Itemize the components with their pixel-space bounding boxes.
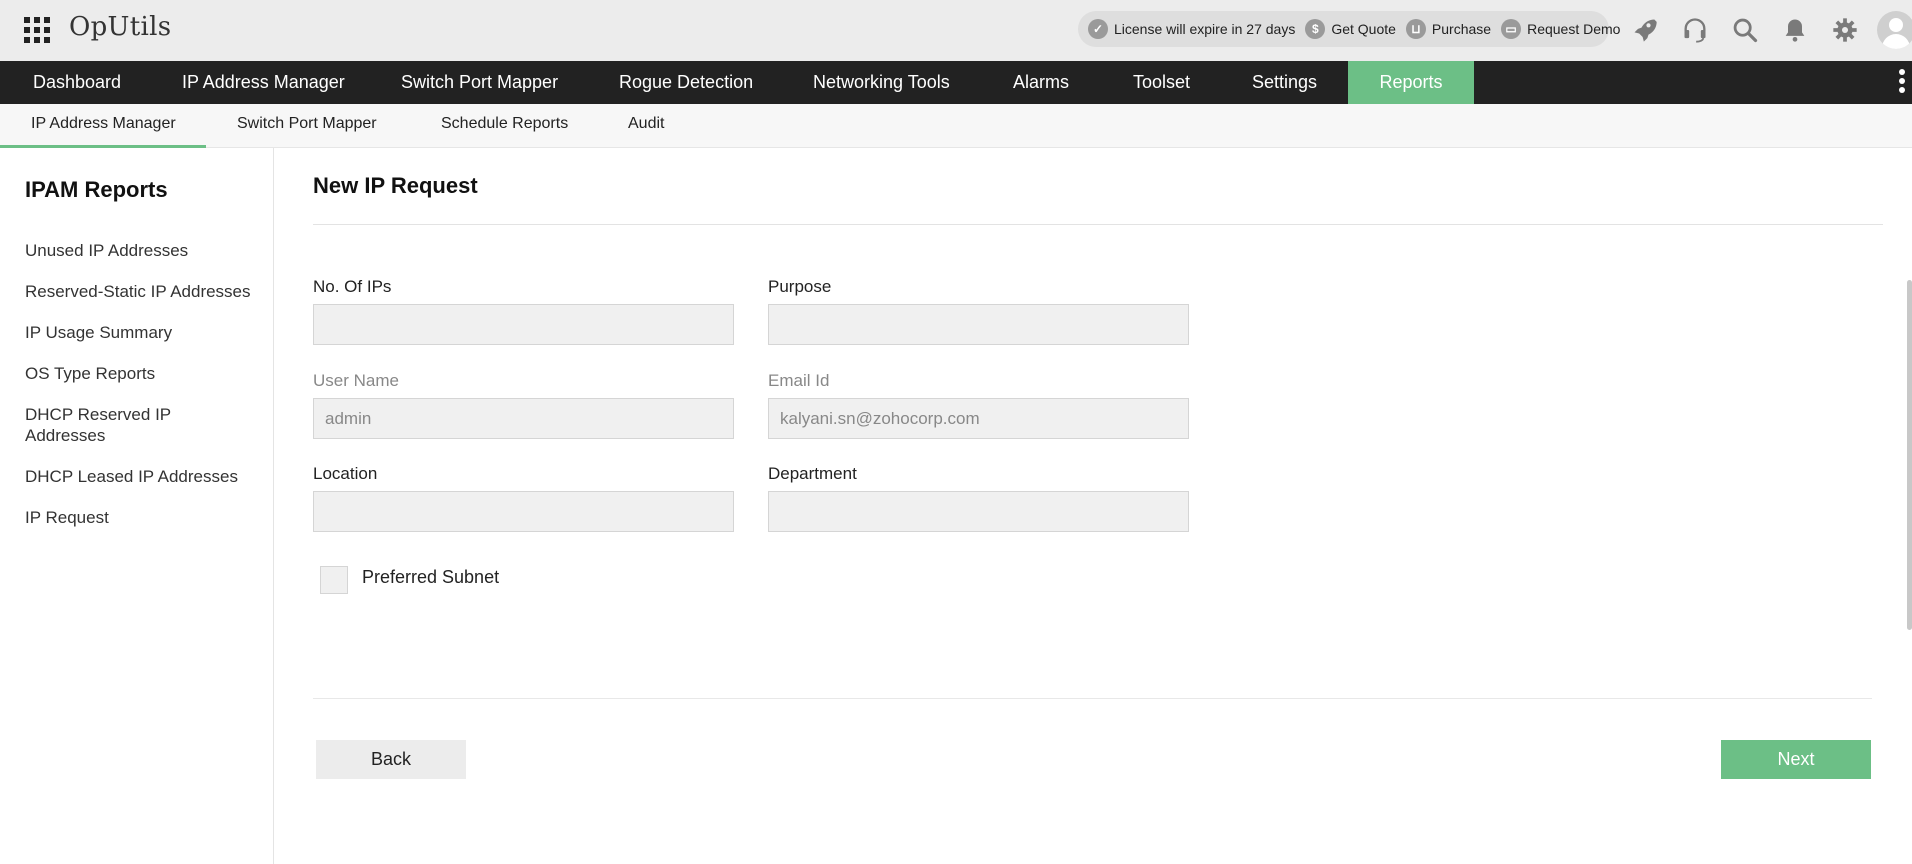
department-label: Department	[768, 464, 857, 483]
more-menu-icon[interactable]	[1898, 69, 1906, 97]
license-text: License will expire in 27 days	[1114, 21, 1296, 37]
sidebar-item-ip-usage-summary[interactable]: IP Usage Summary	[25, 322, 265, 343]
purpose-input[interactable]	[768, 304, 1189, 345]
department-input[interactable]	[768, 491, 1189, 532]
subtab-audit[interactable]: Audit	[628, 104, 664, 148]
preferred-subnet-checkbox[interactable]	[320, 566, 348, 594]
sidebar-item-ip-request[interactable]: IP Request	[25, 507, 265, 528]
search-icon[interactable]	[1728, 13, 1762, 47]
sidebar: IPAM Reports Unused IP Addresses Reserve…	[0, 148, 274, 864]
license-pill: ✓ License will expire in 27 days $ Get Q…	[1078, 11, 1620, 47]
nav-tab-switch-port-mapper[interactable]: Switch Port Mapper	[401, 61, 558, 104]
apps-grid-icon[interactable]	[24, 17, 50, 43]
purchase-link[interactable]: ⊔ Purchase	[1405, 19, 1492, 39]
nav-tab-dashboard[interactable]: Dashboard	[33, 61, 121, 104]
get-quote-label: Get Quote	[1331, 21, 1396, 37]
gear-icon[interactable]	[1828, 13, 1862, 47]
subtab-switch-port-mapper[interactable]: Switch Port Mapper	[237, 104, 377, 148]
purpose-label: Purpose	[768, 277, 832, 296]
divider	[313, 224, 1883, 225]
avatar[interactable]	[1877, 11, 1912, 49]
no-of-ips-label: No. Of IPs	[313, 277, 392, 296]
sidebar-item-dhcp-leased-ip-addresses[interactable]: DHCP Leased IP Addresses	[25, 466, 265, 487]
sidebar-item-reserved-static-ip-addresses[interactable]: Reserved-Static IP Addresses	[25, 281, 265, 302]
dollar-icon: $	[1305, 19, 1326, 39]
user-name-input	[313, 398, 734, 439]
headset-icon[interactable]	[1678, 13, 1712, 47]
preferred-subnet-label: Preferred Subnet	[362, 567, 500, 587]
user-name-label: User Name	[313, 371, 399, 390]
main-nav: Dashboard IP Address Manager Switch Port…	[0, 61, 1912, 104]
rocket-icon[interactable]	[1628, 13, 1662, 47]
no-of-ips-input[interactable]	[313, 304, 734, 345]
demo-icon: ▭	[1501, 19, 1522, 39]
nav-tab-reports[interactable]: Reports	[1348, 61, 1474, 104]
sidebar-item-unused-ip-addresses[interactable]: Unused IP Addresses	[25, 240, 265, 261]
request-demo-label: Request Demo	[1527, 21, 1621, 37]
top-header: OpUtils ✓ License will expire in 27 days…	[0, 0, 1912, 61]
sidebar-title: IPAM Reports	[25, 177, 168, 202]
nav-tab-settings[interactable]: Settings	[1252, 61, 1317, 104]
nav-tab-rogue-detection[interactable]: Rogue Detection	[619, 61, 753, 104]
nav-tab-ip-address-manager[interactable]: IP Address Manager	[182, 61, 345, 104]
license-info[interactable]: ✓ License will expire in 27 days	[1088, 19, 1295, 39]
subtab-ip-address-manager[interactable]: IP Address Manager	[0, 104, 206, 148]
nav-tab-toolset[interactable]: Toolset	[1133, 61, 1190, 104]
sidebar-item-os-type-reports[interactable]: OS Type Reports	[25, 363, 265, 384]
next-button[interactable]: Next	[1721, 740, 1871, 779]
email-id-input	[768, 398, 1189, 439]
sidebar-item-dhcp-reserved-ip-addresses[interactable]: DHCP Reserved IP Addresses	[25, 404, 205, 446]
page-title: New IP Request	[313, 173, 478, 198]
get-quote-link[interactable]: $ Get Quote	[1305, 19, 1396, 39]
sub-nav: IP Address Manager Switch Port Mapper Sc…	[0, 104, 1912, 148]
cart-icon: ⊔	[1405, 19, 1426, 39]
location-input[interactable]	[313, 491, 734, 532]
nav-tab-networking-tools[interactable]: Networking Tools	[813, 61, 950, 104]
email-id-label: Email Id	[768, 371, 830, 390]
brand-logo[interactable]: OpUtils	[69, 12, 171, 42]
divider	[313, 698, 1872, 699]
bell-icon[interactable]	[1778, 13, 1812, 47]
request-demo-link[interactable]: ▭ Request Demo	[1501, 19, 1620, 39]
purchase-label: Purchase	[1431, 21, 1492, 37]
back-button[interactable]: Back	[316, 740, 466, 779]
scrollbar[interactable]	[1907, 280, 1912, 630]
nav-tab-alarms[interactable]: Alarms	[1013, 61, 1069, 104]
location-label: Location	[313, 464, 378, 483]
subtab-schedule-reports[interactable]: Schedule Reports	[441, 104, 568, 148]
license-icon: ✓	[1088, 19, 1108, 39]
